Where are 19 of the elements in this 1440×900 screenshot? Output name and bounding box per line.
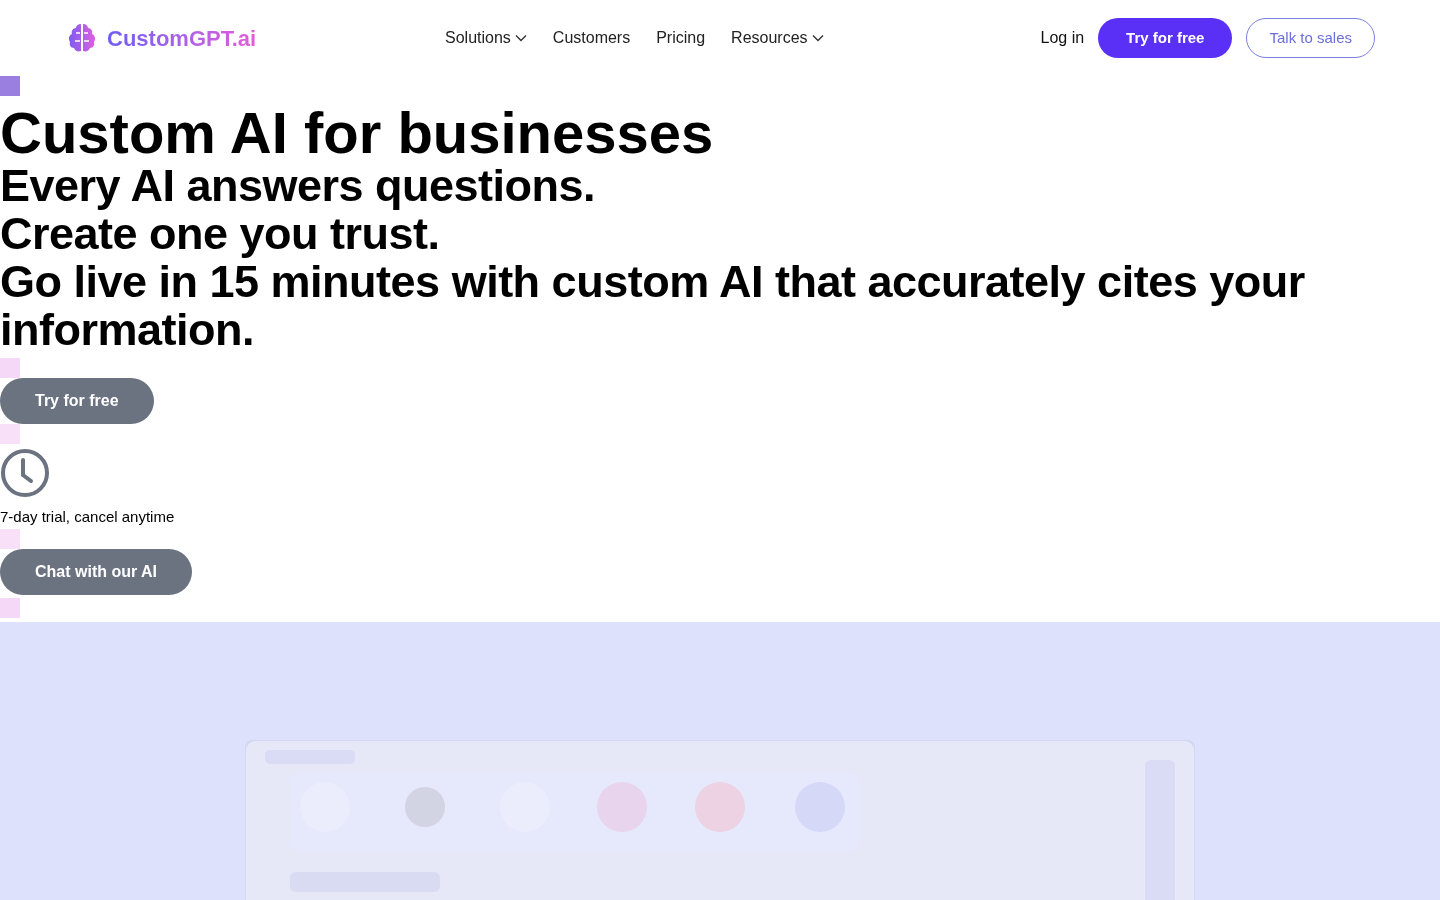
- decor-square: [0, 528, 20, 549]
- clock-icon: [0, 448, 50, 498]
- decor-square: [0, 76, 20, 96]
- nav-link[interactable]: Resources: [731, 26, 824, 50]
- hero-title: Custom AI for businesses: [0, 104, 714, 162]
- login-link[interactable]: Log in: [1040, 26, 1085, 50]
- decor-square: [0, 597, 20, 618]
- decor-square: [0, 424, 20, 444]
- nav-link[interactable]: Customers: [552, 26, 631, 50]
- chat-with-ai-button[interactable]: Chat with our AI: [0, 548, 193, 595]
- hero-subtitle-line: Go live in 15 minutes with custom AI that accurately cites your information.: [0, 258, 1306, 354]
- try-free-button[interactable]: Try for free: [0, 378, 154, 424]
- decor-square: [0, 358, 20, 378]
- nav-link[interactable]: Solutions: [445, 26, 527, 50]
- hero-subtitle-line: Create one you trust.: [0, 210, 440, 258]
- nav-link[interactable]: Pricing: [656, 26, 706, 50]
- try-free-button[interactable]: Try for free: [1098, 18, 1233, 58]
- hero-subtitle-line: Every AI answers questions.: [0, 162, 596, 210]
- trial-note: 7-day trial, cancel anytime: [0, 507, 175, 527]
